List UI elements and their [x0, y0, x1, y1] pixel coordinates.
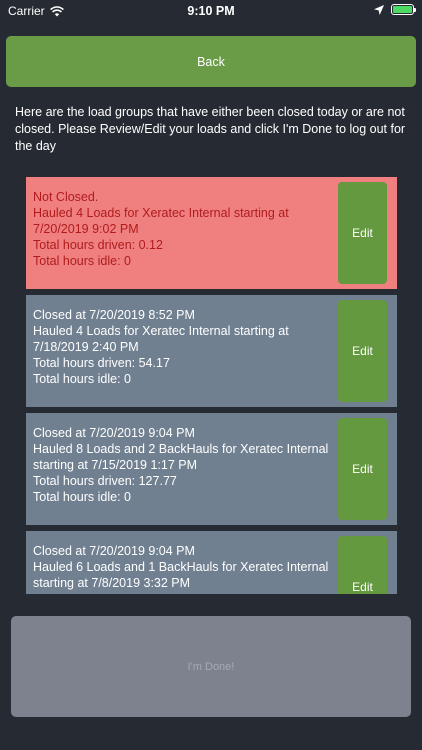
- battery-icon: [391, 4, 416, 15]
- edit-button[interactable]: Edit: [338, 418, 387, 520]
- card-status: Closed at 7/20/2019 9:04 PM: [33, 426, 195, 440]
- load-group-card: Closed at 7/20/2019 8:52 PM Hauled 4 Loa…: [26, 295, 397, 407]
- status-right: [374, 4, 416, 15]
- card-hours-driven: Total hours driven: 127.77: [33, 474, 177, 488]
- load-group-list[interactable]: Not Closed. Hauled 4 Loads for Xeratec I…: [26, 177, 397, 594]
- card-summary: Hauled 4 Loads for Xeratec Internal star…: [33, 324, 289, 354]
- card-text: Closed at 7/20/2019 9:04 PM Hauled 8 Loa…: [33, 425, 331, 505]
- status-bar: Carrier 9:10 PM: [0, 0, 422, 22]
- card-status: Not Closed.: [33, 190, 99, 204]
- card-summary: Hauled 6 Loads and 1 BackHauls for Xerat…: [33, 560, 329, 590]
- card-status: Closed at 7/20/2019 8:52 PM: [33, 308, 195, 322]
- card-status: Closed at 7/20/2019 9:04 PM: [33, 544, 195, 558]
- card-text: Closed at 7/20/2019 8:52 PM Hauled 4 Loa…: [33, 307, 331, 387]
- done-button[interactable]: I'm Done!: [11, 616, 411, 717]
- instructions-text: Here are the load groups that have eithe…: [15, 105, 406, 153]
- card-hours-driven: Total hours driven: 54.17: [33, 356, 170, 370]
- load-group-card: Closed at 7/20/2019 9:04 PM Hauled 6 Loa…: [26, 531, 397, 594]
- edit-button[interactable]: Edit: [338, 536, 387, 594]
- edit-button[interactable]: Edit: [338, 182, 387, 284]
- load-group-card: Closed at 7/20/2019 9:04 PM Hauled 8 Loa…: [26, 413, 397, 525]
- card-text: Not Closed. Hauled 4 Loads for Xeratec I…: [33, 189, 331, 269]
- card-summary: Hauled 8 Loads and 2 BackHauls for Xerat…: [33, 442, 329, 472]
- edit-button[interactable]: Edit: [338, 300, 387, 402]
- card-hours-idle: Total hours idle: 0: [33, 372, 131, 386]
- card-hours-driven: Total hours driven: 0.12: [33, 238, 163, 252]
- card-text: Closed at 7/20/2019 9:04 PM Hauled 6 Loa…: [33, 543, 331, 591]
- load-group-card: Not Closed. Hauled 4 Loads for Xeratec I…: [26, 177, 397, 289]
- location-arrow-icon: [374, 4, 384, 15]
- status-time: 9:10 PM: [187, 4, 235, 18]
- card-hours-idle: Total hours idle: 0: [33, 254, 131, 268]
- back-button[interactable]: Back: [6, 36, 416, 87]
- card-summary: Hauled 4 Loads for Xeratec Internal star…: [33, 206, 289, 236]
- card-hours-idle: Total hours idle: 0: [33, 490, 131, 504]
